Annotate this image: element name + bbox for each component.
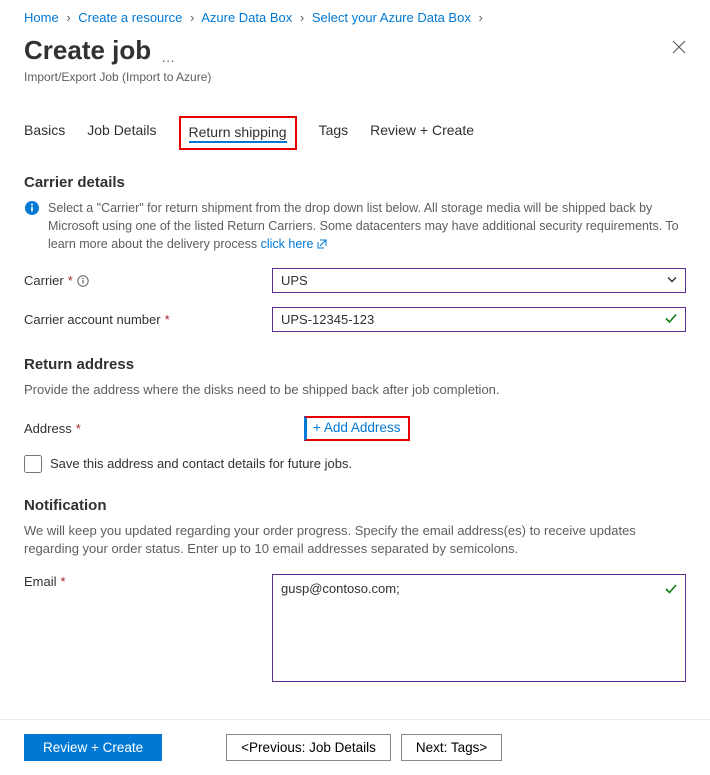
section-notification-heading: Notification (24, 497, 686, 514)
carrier-account-input[interactable] (272, 307, 686, 332)
page-subtitle: Import/Export Job (Import to Azure) (24, 70, 686, 84)
footer-bar: Review + Create <Previous: Job Details N… (0, 719, 710, 775)
highlight-box-add-address: + Add Address (304, 416, 410, 441)
carrier-select[interactable]: UPS (272, 268, 686, 293)
breadcrumb-create-resource[interactable]: Create a resource (78, 10, 182, 25)
tab-job-details[interactable]: Job Details (87, 116, 156, 150)
email-label: Email (24, 574, 57, 589)
chevron-right-icon: › (66, 10, 70, 25)
carrier-account-label: Carrier account number (24, 312, 161, 327)
chevron-right-icon: › (300, 10, 304, 25)
add-address-button[interactable]: + Add Address (311, 420, 402, 435)
tab-basics[interactable]: Basics (24, 116, 65, 150)
required-indicator: * (61, 574, 66, 589)
required-indicator: * (68, 273, 73, 288)
more-icon[interactable]: … (161, 49, 177, 65)
chevron-right-icon: › (478, 10, 482, 25)
breadcrumb: Home › Create a resource › Azure Data Bo… (24, 0, 686, 31)
return-subtext: Provide the address where the disks need… (24, 381, 686, 399)
click-here-link[interactable]: click here (261, 237, 327, 251)
next-button[interactable]: Next: Tags> (401, 734, 502, 761)
save-address-checkbox[interactable] (24, 455, 42, 473)
address-label: Address (24, 421, 72, 436)
highlight-box-return-shipping: Return shipping (179, 116, 297, 150)
tab-tags[interactable]: Tags (319, 116, 349, 150)
external-link-icon (317, 236, 327, 254)
notification-subtext: We will keep you updated regarding your … (24, 522, 686, 558)
section-return-heading: Return address (24, 356, 686, 373)
info-icon (24, 200, 40, 216)
save-address-label: Save this address and contact details fo… (50, 456, 352, 471)
info-icon[interactable] (77, 275, 89, 287)
tab-review-create[interactable]: Review + Create (370, 116, 474, 150)
tab-return-shipping[interactable]: Return shipping (189, 122, 287, 142)
close-icon[interactable] (672, 40, 686, 57)
required-indicator: * (165, 312, 170, 327)
breadcrumb-home[interactable]: Home (24, 10, 59, 25)
info-text: Select a "Carrier" for return shipment f… (48, 201, 679, 251)
chevron-right-icon: › (190, 10, 194, 25)
required-indicator: * (76, 421, 81, 436)
previous-button[interactable]: <Previous: Job Details (226, 734, 391, 761)
review-create-button[interactable]: Review + Create (24, 734, 162, 761)
tabs: Basics Job Details Return shipping Tags … (24, 116, 686, 150)
email-input[interactable] (272, 574, 686, 682)
breadcrumb-data-box[interactable]: Azure Data Box (201, 10, 292, 25)
section-carrier-heading: Carrier details (24, 174, 686, 191)
info-banner: Select a "Carrier" for return shipment f… (24, 199, 686, 254)
breadcrumb-select-data-box[interactable]: Select your Azure Data Box (312, 10, 471, 25)
carrier-label: Carrier (24, 273, 64, 288)
page-title: Create job (24, 35, 151, 66)
